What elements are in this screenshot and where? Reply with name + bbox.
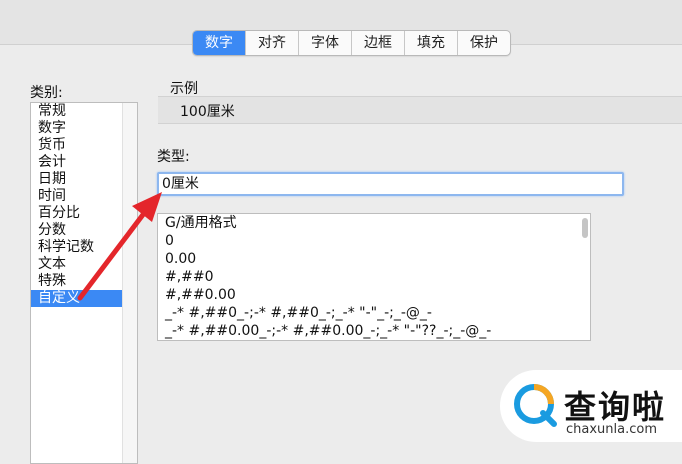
watermark-url: chaxunla.com <box>566 422 657 437</box>
category-item-time[interactable]: 时间 <box>31 188 122 205</box>
category-item-scientific[interactable]: 科学记数 <box>31 239 122 256</box>
sample-value: 100厘米 <box>180 104 235 120</box>
format-item[interactable]: G/通用格式 <box>158 214 590 232</box>
tab-bar: 数字 对齐 字体 边框 填充 保护 <box>192 30 511 56</box>
tab-fill[interactable]: 填充 <box>405 31 458 55</box>
category-item-fraction[interactable]: 分数 <box>31 222 122 239</box>
category-list[interactable]: 常规 数字 货币 会计 日期 时间 百分比 分数 科学记数 文本 特殊 自定义 <box>30 102 138 464</box>
category-item-accounting[interactable]: 会计 <box>31 154 122 171</box>
tab-number[interactable]: 数字 <box>193 31 246 55</box>
category-item-custom[interactable]: 自定义 <box>31 290 122 307</box>
tab-protection[interactable]: 保护 <box>458 31 510 55</box>
category-item-special[interactable]: 特殊 <box>31 273 122 290</box>
category-scrollbar[interactable] <box>122 103 137 463</box>
type-label: 类型: <box>157 149 190 165</box>
format-item[interactable]: #,##0.00 <box>158 286 590 304</box>
category-label: 类别: <box>30 85 63 101</box>
watermark: 查询啦 chaxunla.com <box>500 370 682 442</box>
category-item-date[interactable]: 日期 <box>31 171 122 188</box>
format-scrollbar-thumb[interactable] <box>582 218 588 238</box>
tab-font[interactable]: 字体 <box>299 31 352 55</box>
format-item[interactable]: #,##0 <box>158 268 590 286</box>
sample-label: 示例 <box>170 81 198 97</box>
category-item-percentage[interactable]: 百分比 <box>31 205 122 222</box>
category-item-currency[interactable]: 货币 <box>31 137 122 154</box>
format-item[interactable]: _-* #,##0.00_-;-* #,##0.00_-;_-* "-"??_-… <box>158 322 590 340</box>
sample-preview: 100厘米 <box>158 96 682 124</box>
tab-border[interactable]: 边框 <box>352 31 405 55</box>
category-item-number[interactable]: 数字 <box>31 120 122 137</box>
type-input[interactable]: 0厘米 <box>157 172 624 196</box>
category-item-general[interactable]: 常规 <box>31 103 122 120</box>
format-item[interactable]: 0.00 <box>158 250 590 268</box>
format-list[interactable]: G/通用格式 0 0.00 #,##0 #,##0.00 _-* #,##0_-… <box>157 213 591 341</box>
format-item[interactable]: _-* #,##0_-;-* #,##0_-;_-* "-"_-;_-@_- <box>158 304 590 322</box>
category-item-text[interactable]: 文本 <box>31 256 122 273</box>
search-logo-icon <box>514 384 557 427</box>
tab-alignment[interactable]: 对齐 <box>246 31 299 55</box>
format-item[interactable]: 0 <box>158 232 590 250</box>
